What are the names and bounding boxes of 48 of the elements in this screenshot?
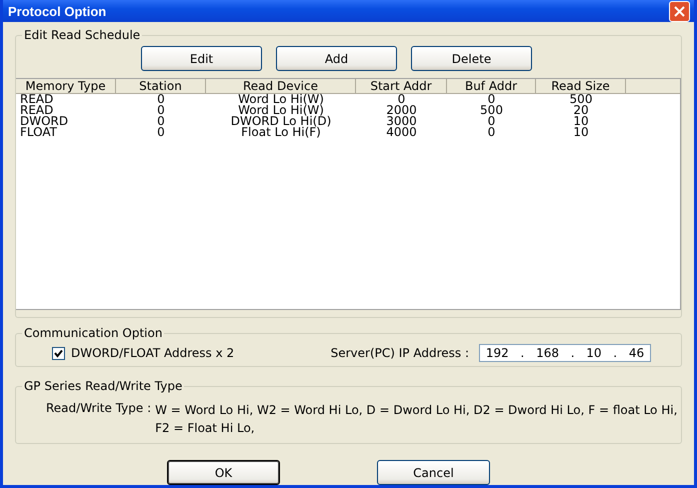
table-cell-text: 20 (573, 105, 589, 116)
close-icon (674, 6, 685, 16)
table-cell-text: 500 (568, 94, 594, 105)
type-description: W = Word Lo Hi, W2 = Word Hi Lo, D = Dword Lo Hi, D2 = Dword Hi Lo, F = float Lo Hi, (155, 403, 678, 417)
table-cell-text: Float Lo Hi(F) (241, 127, 321, 138)
window-title: Protocol Option (8, 4, 106, 18)
ip-address-field[interactable]: 192 . 168 . 10 . 46 (479, 344, 651, 362)
column-header[interactable]: Read Size (536, 79, 626, 94)
table-cell-text: Word Lo Hi(W) (237, 94, 325, 105)
table-cell-text: 2000 (385, 105, 418, 116)
table-cell-text: 10 (572, 127, 590, 138)
table-cell-text: 500 (479, 105, 504, 116)
table-cell-text: DWORD Lo Hi(D) (230, 116, 332, 127)
table-cell-text: 0 (156, 94, 166, 105)
table-cell-text: 0 (156, 105, 166, 116)
table-cell-text: READ (19, 94, 54, 105)
table-cell-text: 0 (486, 127, 496, 138)
group-title: Communication Option (23, 326, 164, 340)
table-cell-text: 0 (488, 116, 496, 127)
type-description: F2 = Float Hi Lo, (155, 421, 255, 435)
table-cell-text: 4000 (385, 127, 418, 138)
ip-address-label: Server(PC) IP Address : (330, 346, 469, 360)
column-header[interactable]: Station (116, 79, 206, 94)
toolbar-button[interactable]: Edit (141, 46, 262, 71)
close-button[interactable] (669, 0, 690, 22)
group-title: GP Series Read/Write Type (23, 379, 184, 393)
column-header[interactable]: Start Addr (356, 79, 447, 94)
toolbar-button[interactable]: Add (276, 46, 397, 71)
group-title: Edit Read Schedule (23, 28, 142, 42)
table-cell-text: 0 (156, 127, 166, 138)
table-cell-text: 3000 (385, 116, 418, 127)
table-cell-text: 0 (398, 94, 406, 105)
table-cell-text: READ (19, 105, 54, 116)
table-cell-text: DWORD (19, 116, 70, 127)
toolbar-button[interactable]: Delete (411, 46, 532, 71)
read-write-type-label: Read/Write Type : (46, 401, 152, 417)
table-cell-text: 10 (572, 116, 590, 127)
checkbox[interactable] (52, 346, 65, 360)
table-cell-text: FLOAT (19, 127, 58, 138)
table-cell-text: Word Lo Hi(W) (238, 105, 324, 116)
checkbox-label[interactable]: DWORD/FLOAT Address x 2 (71, 346, 234, 360)
column-header[interactable]: Memory Type (16, 79, 116, 94)
dialog-button[interactable]: OK (167, 460, 280, 485)
table-cell-text: 0 (156, 116, 166, 127)
dialog-button[interactable]: Cancel (377, 460, 490, 485)
table-cell-text: 0 (488, 94, 496, 105)
column-header[interactable]: Buf Addr (447, 79, 536, 94)
column-header[interactable]: Read Device (206, 79, 356, 94)
